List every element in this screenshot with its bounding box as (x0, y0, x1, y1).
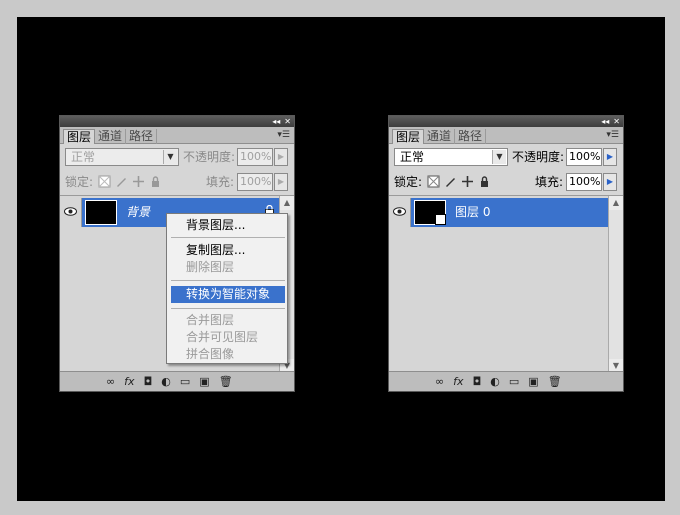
menu-item-delete-layer[interactable]: 删除图层 (171, 259, 285, 276)
menu-item-convert-to-smart-object[interactable]: 转换为智能对象 (171, 286, 285, 303)
eye-icon (393, 207, 406, 216)
lock-position-icon[interactable] (461, 175, 474, 188)
blend-row: 正常 ▼ 不透明度: 100% ▶ (60, 144, 294, 169)
layer-thumbnail (414, 200, 446, 225)
tab-channels[interactable]: 通道 (95, 129, 127, 144)
opacity-label: 不透明度: (183, 150, 236, 164)
new-group-icon[interactable]: ▭ (180, 375, 190, 389)
collapse-icon[interactable]: ◂◂ (272, 116, 280, 127)
blend-mode-select[interactable]: 正常 ▼ (394, 148, 508, 166)
panel-menu-icon[interactable]: ▾☰ (277, 130, 290, 140)
layers-panel-after: ◂◂ ✕ 图层 通道 路径 ▾☰ 正常 ▼ 不透明度: 100% ▶ 锁定: 填充… (388, 115, 624, 392)
fill-label: 填充: (535, 175, 564, 189)
lock-all-icon[interactable] (478, 175, 491, 188)
link-layers-icon[interactable]: ∞ (106, 375, 115, 389)
layer-style-icon[interactable]: fx (124, 375, 134, 389)
lock-row: 锁定: 填充: 100% ▶ (389, 169, 623, 194)
layers-scrollbar[interactable]: ▲ ▼ (608, 196, 623, 373)
close-icon[interactable]: ✕ (613, 116, 620, 127)
menu-separator (171, 308, 285, 309)
menu-separator (171, 280, 285, 281)
lock-transparency-icon[interactable] (427, 175, 440, 188)
adjustment-layer-icon[interactable]: ◐ (161, 375, 171, 389)
layer-style-icon[interactable]: fx (453, 375, 463, 389)
panel-tabs: 图层 通道 路径 ▾☰ (389, 127, 623, 144)
tab-channels[interactable]: 通道 (424, 129, 456, 144)
adjustment-layer-icon[interactable]: ◐ (490, 375, 500, 389)
layers-bottom-toolbar: ∞ fx ◘ ◐ ▭ ▣ 🗑 (60, 371, 294, 391)
layers-bottom-toolbar: ∞ fx ◘ ◐ ▭ ▣ 🗑 (389, 371, 623, 391)
scroll-up-icon[interactable]: ▲ (280, 196, 294, 210)
scroll-up-icon[interactable]: ▲ (609, 196, 623, 210)
layer-row-layer-0[interactable]: 图层 0 (389, 198, 608, 227)
blend-mode-value: 正常 (71, 150, 96, 164)
menu-item-flatten-image[interactable]: 拼合图像 (171, 346, 285, 363)
eye-icon (64, 207, 77, 216)
lock-position-icon[interactable] (132, 175, 145, 188)
opacity-slider-button[interactable]: ▶ (274, 148, 288, 166)
lock-transparency-icon[interactable] (98, 175, 111, 188)
add-mask-icon[interactable]: ◘ (473, 375, 482, 389)
blend-mode-select[interactable]: 正常 ▼ (65, 148, 179, 166)
tab-layers[interactable]: 图层 (63, 129, 96, 144)
layer-name: 图层 0 (455, 205, 491, 219)
panel-menu-icon[interactable]: ▾☰ (606, 130, 619, 140)
menu-item-merge-layers[interactable]: 合并图层 (171, 312, 285, 329)
opacity-slider-button[interactable]: ▶ (603, 148, 617, 166)
fill-slider-button[interactable]: ▶ (603, 173, 617, 191)
new-layer-icon[interactable]: ▣ (528, 375, 538, 389)
lock-label: 锁定: (65, 175, 94, 189)
layer-name: 背景 (126, 205, 151, 219)
opacity-input[interactable]: 100% (566, 148, 602, 166)
new-group-icon[interactable]: ▭ (509, 375, 519, 389)
menu-item-merge-visible[interactable]: 合并可见图层 (171, 329, 285, 346)
close-icon[interactable]: ✕ (284, 116, 291, 127)
panel-title-bar[interactable]: ◂◂ ✕ (389, 116, 623, 127)
add-mask-icon[interactable]: ◘ (144, 375, 153, 389)
tab-paths[interactable]: 路径 (126, 129, 158, 144)
lock-pixels-icon[interactable] (115, 175, 128, 188)
layer-thumbnail (85, 200, 117, 225)
chevron-down-icon[interactable]: ▼ (492, 150, 506, 164)
opacity-input[interactable]: 100% (237, 148, 273, 166)
panel-title-bar[interactable]: ◂◂ ✕ (60, 116, 294, 127)
new-layer-icon[interactable]: ▣ (199, 375, 209, 389)
lock-pixels-icon[interactable] (444, 175, 457, 188)
lock-label: 锁定: (394, 175, 423, 189)
chevron-down-icon[interactable]: ▼ (163, 150, 177, 164)
menu-separator (171, 237, 285, 238)
panel-tabs: 图层 通道 路径 ▾☰ (60, 127, 294, 144)
tab-paths[interactable]: 路径 (455, 129, 487, 144)
link-layers-icon[interactable]: ∞ (435, 375, 444, 389)
smart-object-icon (435, 214, 446, 225)
fill-input[interactable]: 100% (566, 173, 602, 191)
menu-item-duplicate-layer[interactable]: 复制图层... (171, 242, 285, 259)
visibility-toggle[interactable] (60, 198, 82, 227)
delete-layer-icon[interactable]: 🗑 (548, 375, 562, 389)
menu-item-background-layer[interactable]: 背景图层... (171, 217, 285, 234)
visibility-toggle[interactable] (389, 198, 411, 227)
lock-all-icon[interactable] (149, 175, 162, 188)
layers-list: 图层 0 ▲ ▼ (389, 195, 623, 373)
collapse-icon[interactable]: ◂◂ (601, 116, 609, 127)
blend-row: 正常 ▼ 不透明度: 100% ▶ (389, 144, 623, 169)
fill-slider-button[interactable]: ▶ (274, 173, 288, 191)
fill-label: 填充: (206, 175, 235, 189)
lock-row: 锁定: 填充: 100% ▶ (60, 169, 294, 194)
delete-layer-icon[interactable]: 🗑 (219, 375, 233, 389)
fill-input[interactable]: 100% (237, 173, 273, 191)
opacity-label: 不透明度: (512, 150, 565, 164)
blend-mode-value: 正常 (400, 150, 425, 164)
tab-layers[interactable]: 图层 (392, 129, 425, 144)
layer-context-menu: 背景图层... 复制图层... 删除图层 转换为智能对象 合并图层 合并可见图层… (166, 213, 288, 364)
